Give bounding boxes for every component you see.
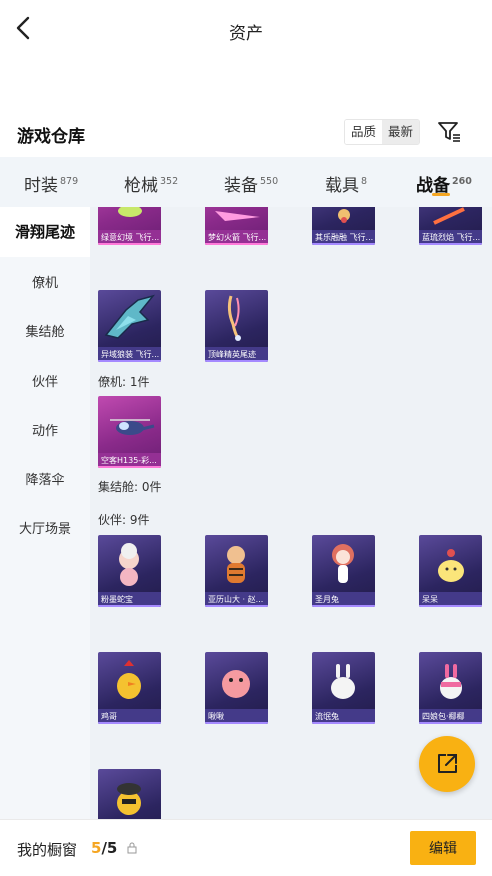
sidebar-item-wingman[interactable]: 僚机 xyxy=(0,272,90,291)
sidebar-item-lobby-scene[interactable]: 大厅场景 xyxy=(0,518,90,537)
item-card[interactable] xyxy=(98,769,161,819)
trail-art-icon xyxy=(338,209,350,223)
page-title: 资产 xyxy=(229,24,263,44)
item-card[interactable]: 鸡哥 xyxy=(98,652,161,724)
item-card[interactable]: 流氓兔 xyxy=(312,652,375,724)
top-bar: 资产 xyxy=(0,0,492,58)
sidebar-item-emote[interactable]: 动作 xyxy=(0,420,90,439)
sort-quality[interactable]: 品质 xyxy=(345,120,383,144)
partner-figure-icon xyxy=(438,549,464,582)
sidebar-item-parachute[interactable]: 降落伞 xyxy=(0,469,90,488)
partner-count: 伙伴: 9件 xyxy=(98,513,150,527)
sidebar-item-glide-trail[interactable]: 滑翔尾迹 xyxy=(0,207,90,257)
tab-equipment[interactable]: 装备 550 xyxy=(224,157,278,207)
showcase-bar: 我的橱窗 5/5 编辑 xyxy=(0,819,492,876)
lock-icon xyxy=(127,842,137,854)
partner-figure-icon xyxy=(119,543,139,586)
helicopter-icon xyxy=(110,419,155,435)
share-button[interactable] xyxy=(419,736,475,792)
tab-fashion[interactable]: 时装 879 xyxy=(24,157,78,207)
showcase-count: 5/5 xyxy=(91,839,118,857)
trail-art-icon xyxy=(104,294,156,339)
tab-vehicles[interactable]: 载具 8 xyxy=(325,157,367,207)
category-tabs: 时装 879 枪械 352 装备 550 载具 8 战备 260 xyxy=(0,157,492,207)
item-card[interactable]: 粉墨蛇宝 xyxy=(98,535,161,607)
warehouse-title: 游戏仓库 xyxy=(17,127,85,147)
trail-art-icon xyxy=(227,295,241,341)
capsule-count: 集结舱: 0件 xyxy=(98,480,162,494)
partner-figure-icon xyxy=(117,783,141,815)
partner-figure-icon xyxy=(331,664,355,699)
active-tab-indicator xyxy=(432,193,450,196)
item-card[interactable]: 异域狼装 飞行... xyxy=(98,290,161,362)
item-card[interactable]: 四娘包·椰椰 xyxy=(419,652,482,724)
item-card[interactable]: 蓝琉烈焰 飞行... xyxy=(419,207,482,245)
item-card[interactable]: 亚历山大 · 赵... xyxy=(205,535,268,607)
showcase-label: 我的橱窗 xyxy=(17,841,78,859)
item-grid: 绿意幻境 飞行... 梦幻火箭 飞行... 其乐融融 飞行... 蓝琉烈焰 飞行… xyxy=(90,207,492,819)
sort-latest[interactable]: 最新 xyxy=(382,120,420,144)
item-card[interactable]: 呆呆 xyxy=(419,535,482,607)
partner-figure-icon xyxy=(117,660,141,699)
partner-figure-icon xyxy=(227,546,245,583)
item-card[interactable]: 圣月兔 xyxy=(312,535,375,607)
partner-figure-icon xyxy=(222,670,250,698)
sort-toggle: 品质 最新 xyxy=(344,119,421,145)
sidebar-item-partner[interactable]: 伙伴 xyxy=(0,371,90,390)
tab-guns[interactable]: 枪械 352 xyxy=(124,157,178,207)
trail-art-icon xyxy=(118,207,142,217)
edit-button[interactable]: 编辑 xyxy=(410,831,476,865)
item-card[interactable]: 绿意幻境 飞行... xyxy=(98,207,161,245)
item-card[interactable]: 顶峰精英尾迹 xyxy=(205,290,268,362)
trail-art-icon xyxy=(433,207,465,225)
share-icon xyxy=(438,754,457,773)
item-card[interactable]: 梦幻火箭 飞行... xyxy=(205,207,268,245)
partner-figure-icon xyxy=(332,544,354,583)
sidebar-item-capsule[interactable]: 集结舱 xyxy=(0,321,90,340)
filter-icon[interactable] xyxy=(436,117,462,145)
wingman-count: 僚机: 1件 xyxy=(98,375,150,389)
item-card[interactable]: 其乐融融 飞行... xyxy=(312,207,375,245)
partner-figure-icon xyxy=(440,664,462,699)
sidebar: 滑翔尾迹 僚机 集结舱 伙伴 动作 降落伞 大厅场景 xyxy=(0,207,90,819)
item-card[interactable]: 啾啾 xyxy=(205,652,268,724)
item-card[interactable]: 空客H135-彩... xyxy=(98,396,161,468)
tab-readiness[interactable]: 战备 260 xyxy=(416,157,472,207)
trail-art-icon xyxy=(215,211,260,221)
